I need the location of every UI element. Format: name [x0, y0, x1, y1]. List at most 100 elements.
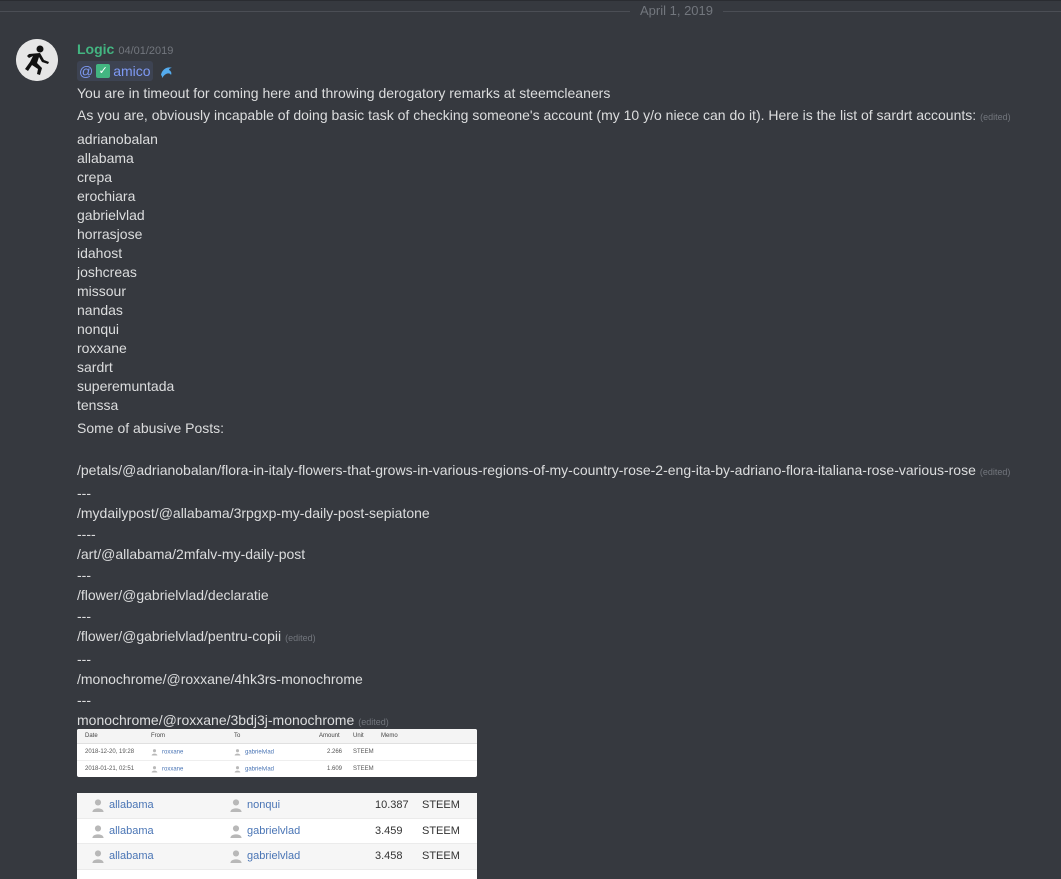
- author-name[interactable]: Logic: [77, 41, 114, 57]
- account-list: adrianobalan allabama crepa erochiara gabrie…: [77, 130, 1057, 415]
- cell-amount: 1.609: [327, 766, 343, 772]
- cell-to[interactable]: gabrielvlad: [234, 748, 275, 756]
- message-line-timeout: You are in timeout for coming here and t…: [77, 85, 611, 101]
- post-text: /mydailypost/@allabama/3rpgxp-my-daily-p…: [77, 505, 430, 521]
- table-row: 2018-12-20, 19:28 roxxane gabrielvlad 2.266…: [77, 744, 477, 761]
- cell-from[interactable]: allabama: [91, 849, 154, 864]
- user-icon: [234, 749, 241, 756]
- cell-date: 2018-12-20, 19:28: [85, 749, 135, 755]
- post-text: ---: [77, 566, 91, 583]
- cell-from[interactable]: allabama: [91, 824, 154, 838]
- check-icon: ✓: [96, 64, 111, 78]
- cell-from[interactable]: allabama: [91, 798, 154, 813]
- message-header: Logic 04/01/2019: [77, 40, 1057, 58]
- message: Logic 04/01/2019 @ ✓ amico You are in tim…: [77, 40, 1057, 733]
- user-icon: [151, 766, 158, 773]
- post-text: /flower/@gabrielvlad/declaratie: [77, 587, 269, 603]
- cell-unit: STEEM: [422, 824, 460, 837]
- post-path: /monochrome/@roxxane/4hk3rs-monochrome: [77, 669, 1057, 690]
- to-name: gabrielvlad: [245, 766, 275, 773]
- table-header: Date From To Amount Unit Memo: [77, 729, 477, 744]
- top-border: [0, 0, 1061, 1]
- dolphin-icon: [161, 67, 173, 78]
- edited-marker: (edited): [285, 633, 316, 643]
- post-text: ---: [77, 607, 91, 624]
- account-name: crepa: [77, 169, 113, 185]
- post-text: ---: [77, 484, 91, 501]
- post-path: /flower/@gabrielvlad/declaratie: [77, 585, 1057, 606]
- header-memo: Memo: [381, 733, 398, 739]
- timestamp: 04/01/2019: [118, 45, 174, 57]
- mention-name: amico: [113, 63, 151, 79]
- edited-marker: (edited): [979, 467, 1011, 477]
- date-divider-label: April 1, 2019: [630, 3, 723, 19]
- cell-to[interactable]: gabrielvlad: [229, 849, 301, 864]
- cell-amount: 3.458: [375, 850, 403, 863]
- account-name: superemuntada: [77, 378, 175, 394]
- account-name: gabrielvlad: [77, 207, 145, 223]
- runner-icon: [16, 39, 58, 81]
- user-icon: [230, 825, 242, 838]
- header-from: From: [151, 733, 165, 739]
- cell-amount: 2.266: [327, 749, 343, 755]
- cell-from[interactable]: roxxane: [151, 765, 183, 773]
- separator-line: ---: [77, 483, 1057, 504]
- from-name: allabama: [109, 799, 154, 812]
- cell-from[interactable]: roxxane: [151, 748, 184, 756]
- to-name: gabrielvlad: [247, 850, 301, 863]
- edited-marker: (edited): [980, 112, 1011, 122]
- user-icon: [234, 766, 241, 773]
- header-to: To: [234, 733, 241, 739]
- cell-to[interactable]: gabrielvlad: [229, 824, 300, 838]
- user-icon: [151, 749, 158, 756]
- to-name: gabrielvlad: [247, 824, 301, 837]
- post-path: /petals/@adrianobalan/flora-in-italy-flo…: [77, 460, 1057, 483]
- from-name: allabama: [109, 850, 154, 863]
- cell-to[interactable]: gabrielvlad: [234, 765, 275, 773]
- user-mention[interactable]: @ ✓ amico: [77, 61, 153, 81]
- separator-line: ---: [77, 606, 1057, 627]
- edited-marker: (edited): [358, 717, 389, 727]
- post-text: /petals/@adrianobalan/flora-in-italy-flo…: [77, 462, 976, 478]
- date-divider: [0, 11, 1061, 12]
- transfer-table-image-2[interactable]: allabama nonqui 10.387 STEEM allabama gabriel…: [77, 793, 477, 879]
- mention-line: @ ✓ amico: [77, 61, 1057, 81]
- user-icon: [92, 799, 104, 813]
- separator-line: ---: [77, 690, 1057, 711]
- account-name: missour: [77, 283, 127, 299]
- mention-at: @: [79, 63, 94, 79]
- account-name: joshcreas: [77, 264, 137, 280]
- user-icon: [92, 850, 104, 864]
- account-name: erochiara: [77, 188, 136, 204]
- cell-amount: 10.387: [375, 799, 409, 812]
- account-name: idahost: [77, 245, 123, 261]
- cell-amount: 3.459: [375, 824, 403, 837]
- user-icon: [230, 799, 242, 813]
- header-date: Date: [85, 733, 98, 739]
- header-unit: Unit: [353, 733, 364, 739]
- intro-text: As you are, obviously incapable of doing…: [77, 107, 977, 123]
- cell-to[interactable]: nonqui: [229, 798, 281, 813]
- from-name: roxxane: [162, 749, 184, 756]
- cell-unit: STEEM: [353, 749, 374, 755]
- user-icon: [92, 825, 104, 838]
- to-name: gabrielvlad: [245, 749, 275, 756]
- transfer-table-image-1[interactable]: Date From To Amount Unit Memo 2018-12-20…: [77, 729, 477, 777]
- post-text: /monochrome/@roxxane/4hk3rs-monochrome: [77, 671, 363, 687]
- table-row: allabama gabrielvlad 3.458 STEEM: [77, 844, 477, 870]
- avatar[interactable]: [16, 39, 58, 81]
- message-line-intro: As you are, obviously incapable of doing…: [77, 106, 1057, 127]
- separator-line: ---: [77, 649, 1057, 670]
- posts-heading: Some of abusive Posts:: [77, 420, 225, 436]
- account-name: horrasjose: [77, 226, 143, 242]
- to-name: nonqui: [247, 799, 281, 812]
- post-list: /petals/@adrianobalan/flora-in-italy-flo…: [77, 460, 1057, 733]
- table-row: allabama nonqui 10.387 STEEM: [77, 793, 477, 819]
- account-name: tenssa: [77, 397, 119, 413]
- separator-line: ----: [77, 524, 1057, 545]
- account-name: allabama: [77, 150, 134, 166]
- user-icon: [230, 850, 242, 864]
- account-name: adrianobalan: [77, 131, 158, 147]
- post-text: ---: [77, 650, 91, 667]
